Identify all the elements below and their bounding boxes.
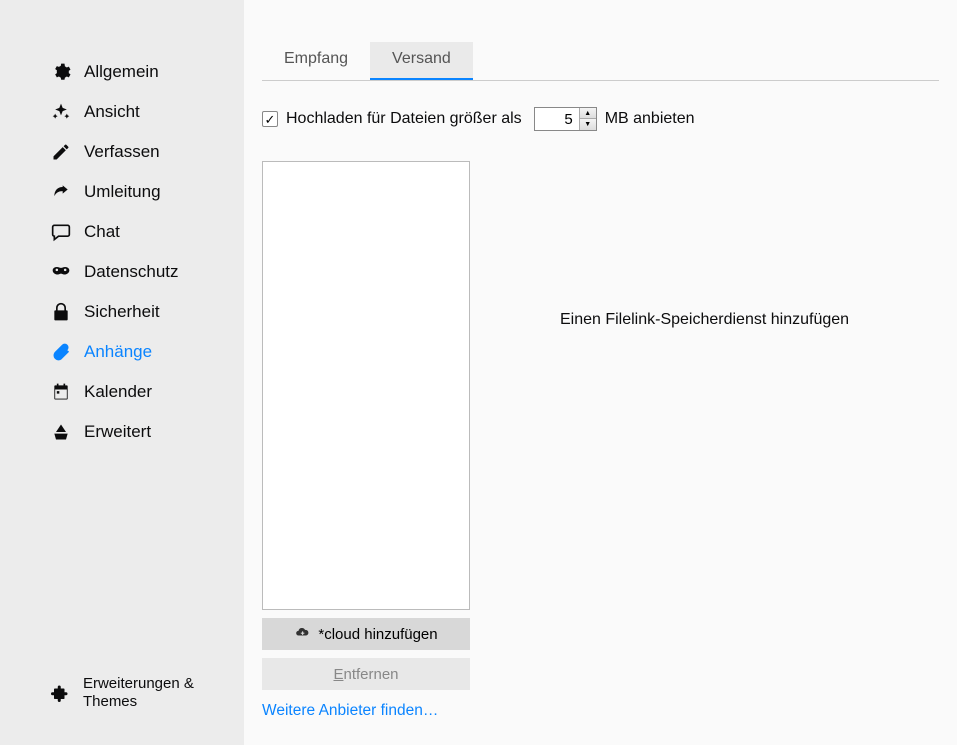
sidebar-item-erweitert[interactable]: Erweitert [0,412,244,452]
main-content: Empfang Versand Hochladen für Dateien gr… [244,0,957,745]
cloud-add-icon [294,625,310,643]
sidebar-item-label: Ansicht [84,102,140,122]
tab-empfang[interactable]: Empfang [262,42,370,80]
sidebar-item-label: Verfassen [84,142,160,162]
calendar-icon [50,381,72,403]
sidebar-item-kalender[interactable]: Kalender [0,372,244,412]
sidebar-item-label: Allgemein [84,62,159,82]
sidebar-item-verfassen[interactable]: Verfassen [0,132,244,172]
upload-prefix-label: Hochladen für Dateien größer als [286,110,522,128]
lock-icon [50,301,72,323]
find-more-link[interactable]: Weitere Anbieter finden… [262,702,470,720]
sidebar-item-sicherheit[interactable]: Sicherheit [0,292,244,332]
spinner-up-button[interactable]: ▲ [580,108,596,119]
add-cloud-button[interactable]: *cloud hinzufügen [262,618,470,650]
pencil-icon [50,141,72,163]
remove-button: Entfernen [262,658,470,690]
add-cloud-label: *cloud hinzufügen [318,626,437,643]
sidebar-item-chat[interactable]: Chat [0,212,244,252]
sidebar-item-label: Datenschutz [84,262,179,282]
tab-versand[interactable]: Versand [370,42,473,80]
sidebar-item-anhaenge[interactable]: Anhänge [0,332,244,372]
sidebar-item-label: Anhänge [84,342,152,362]
puzzle-icon [50,682,71,704]
threshold-spinner[interactable]: ▲ ▼ [534,107,597,131]
upload-setting-row: Hochladen für Dateien größer als ▲ ▼ MB … [262,107,939,131]
upload-suffix-label: MB anbieten [605,110,695,128]
sidebar-item-extensions[interactable]: Erweiterungen & Themes [0,657,244,745]
sidebar-item-label: Umleitung [84,182,161,202]
redirect-icon [50,181,72,203]
gear-icon [50,61,72,83]
sidebar-item-allgemein[interactable]: Allgemein [0,52,244,92]
sidebar-item-label: Sicherheit [84,302,160,322]
sidebar: Allgemein Ansicht Verfassen Umleitung Ch [0,0,244,745]
chat-icon [50,221,72,243]
paperclip-icon [50,341,72,363]
spinner-buttons: ▲ ▼ [579,108,596,130]
sidebar-item-umleitung[interactable]: Umleitung [0,172,244,212]
sidebar-bottom-label: Erweiterungen & Themes [83,675,244,711]
lower-area: *cloud hinzufügen Entfernen Weitere Anbi… [262,161,939,720]
wizard-icon [50,421,72,443]
detail-area: Einen Filelink-Speicherdienst hinzufügen [470,161,939,720]
threshold-input[interactable] [535,108,579,130]
sidebar-item-ansicht[interactable]: Ansicht [0,92,244,132]
sparkle-icon [50,101,72,123]
provider-column: *cloud hinzufügen Entfernen Weitere Anbi… [262,161,470,720]
remove-label: Entfernen [333,666,398,683]
tab-content: Hochladen für Dateien größer als ▲ ▼ MB … [244,81,957,720]
sidebar-item-label: Chat [84,222,120,242]
filelink-hint: Einen Filelink-Speicherdienst hinzufügen [560,311,849,329]
mask-icon [50,261,72,283]
sidebar-item-label: Erweitert [84,422,151,442]
spinner-down-button[interactable]: ▼ [580,119,596,130]
tab-bar: Empfang Versand [262,42,939,81]
sidebar-items: Allgemein Ansicht Verfassen Umleitung Ch [0,52,244,452]
upload-offer-checkbox[interactable] [262,111,278,127]
provider-listbox[interactable] [262,161,470,610]
sidebar-item-label: Kalender [84,382,152,402]
sidebar-item-datenschutz[interactable]: Datenschutz [0,252,244,292]
